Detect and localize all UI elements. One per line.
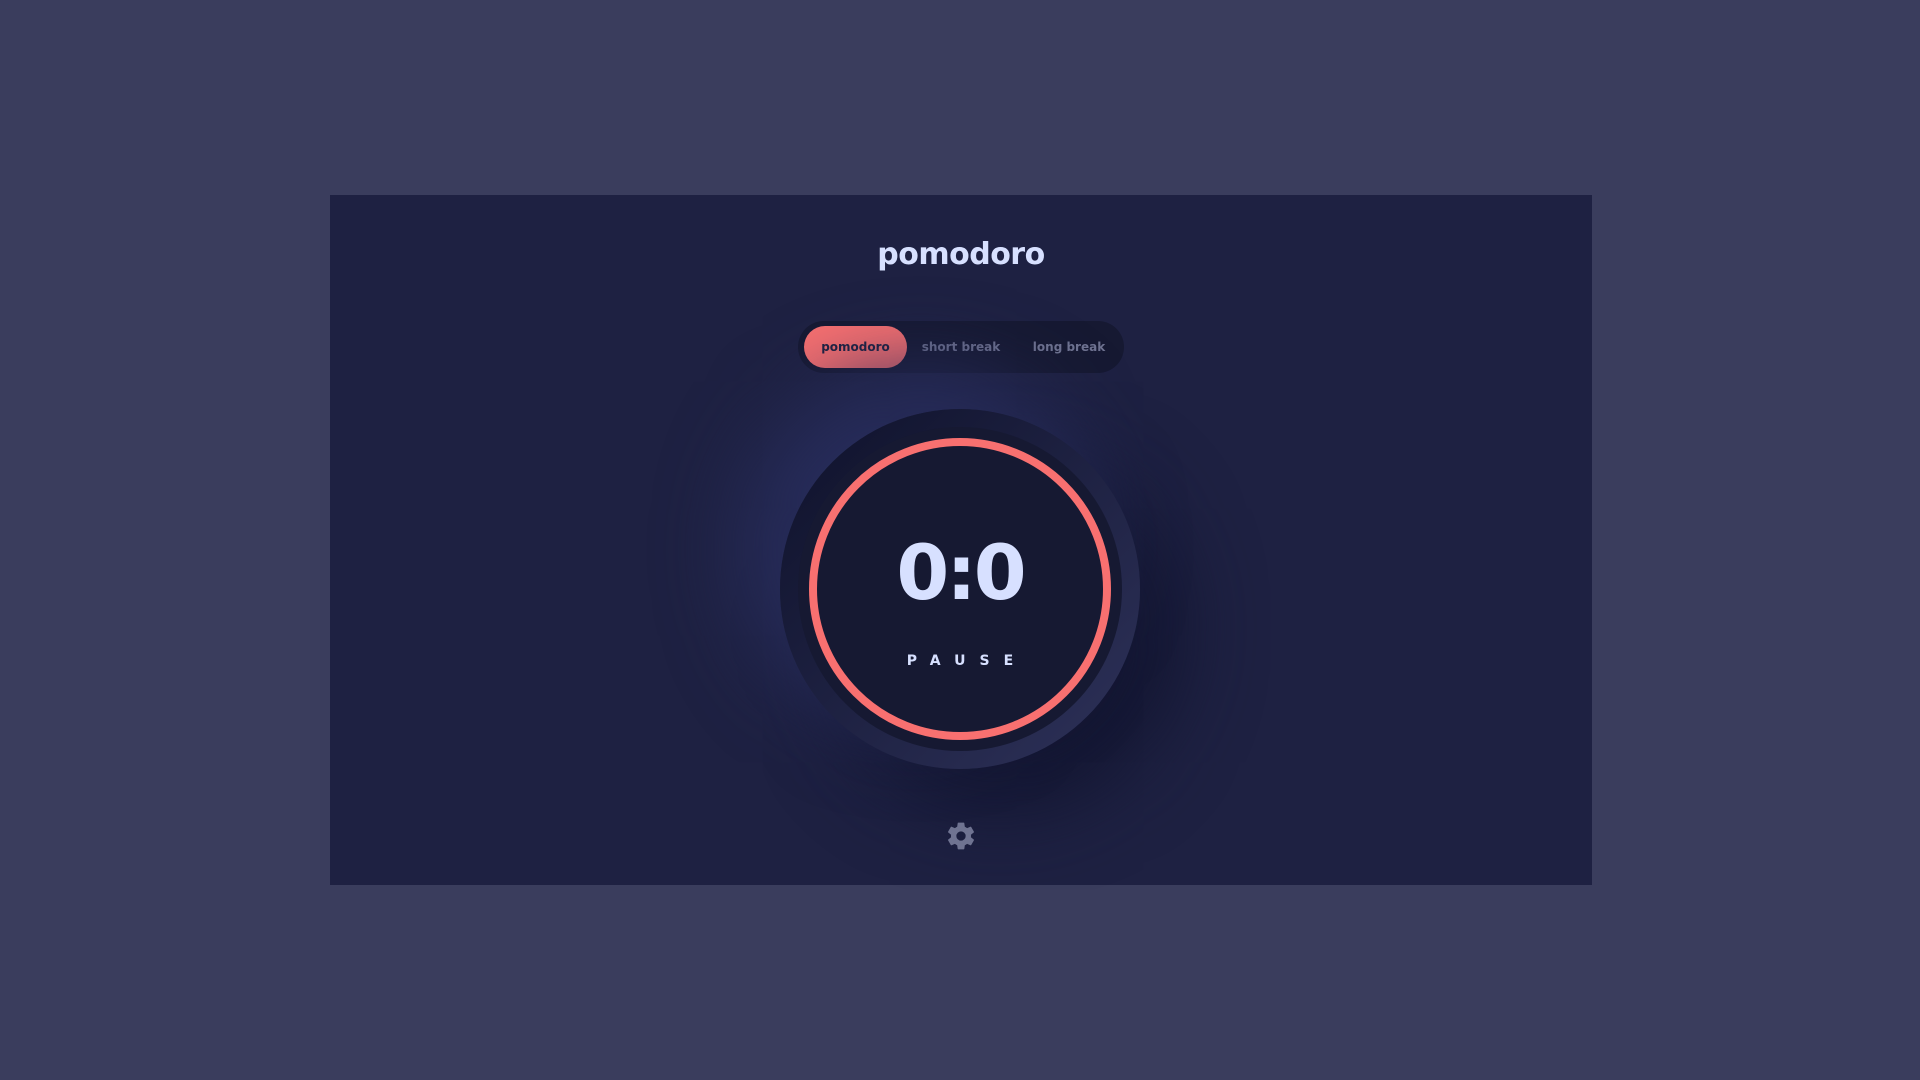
app-title: pomodoro xyxy=(877,237,1045,272)
tab-short-break[interactable]: short break xyxy=(910,326,1012,368)
mode-tabs: pomodoro short break long break xyxy=(798,321,1124,373)
timer-dial[interactable]: 0:0 PAUSE xyxy=(780,409,1140,769)
gear-icon xyxy=(948,822,974,850)
app-window: pomodoro pomodoro short break long break… xyxy=(330,195,1592,885)
timer-face: 0:0 PAUSE xyxy=(798,427,1122,751)
tab-long-break[interactable]: long break xyxy=(1017,326,1121,368)
tab-pomodoro[interactable]: pomodoro xyxy=(804,326,907,368)
settings-button[interactable] xyxy=(945,820,977,852)
pause-button[interactable]: PAUSE xyxy=(798,653,1122,669)
timer-display: 0:0 xyxy=(896,528,1026,617)
